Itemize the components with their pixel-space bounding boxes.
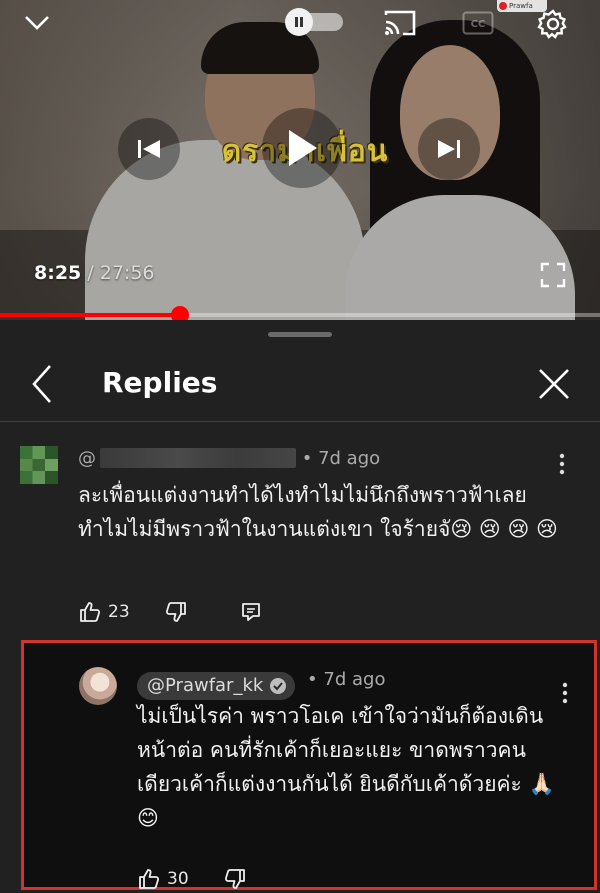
back-arrow-icon[interactable]	[28, 362, 58, 406]
reply-comment: @Prawfar_kk • 7d ago ไม่เป็นไรค่า พราวโอ…	[3, 643, 600, 889]
like-button[interactable]: 23	[78, 600, 164, 624]
redacted-username	[100, 448, 296, 468]
like-count: 23	[108, 602, 130, 622]
skip-previous-icon	[138, 140, 160, 158]
creator-handle-chip[interactable]: @Prawfar_kk	[137, 671, 296, 700]
next-video-button[interactable]	[418, 118, 480, 180]
comment-age: • 7d ago	[301, 448, 381, 469]
close-icon[interactable]	[536, 366, 572, 402]
channel-logo-icon	[499, 2, 507, 10]
like-count: 30	[167, 869, 189, 889]
like-button[interactable]: 30	[137, 867, 223, 891]
cast-icon[interactable]	[382, 8, 418, 38]
comment-meta: @Prawfar_kk • 7d ago	[137, 669, 385, 700]
total-duration: 27:56	[99, 262, 155, 284]
replies-header: Replies	[0, 350, 600, 422]
parent-comment: @ • 7d ago ละเพื่อนแต่งงานทำได้ไงทำไมไม่…	[0, 422, 600, 632]
dislike-button[interactable]	[164, 600, 188, 624]
comment-age: • 7d ago	[307, 669, 386, 690]
previous-video-button[interactable]	[118, 118, 180, 180]
comment-body: ละเพื่อนแต่งงานทำได้ไงทำไมไม่นึกถึงพราวฟ…	[78, 483, 558, 541]
settings-gear-icon[interactable]	[535, 6, 571, 42]
play-button[interactable]	[262, 108, 342, 188]
thumbs-up-icon	[80, 602, 101, 622]
autoplay-toggle[interactable]	[285, 8, 345, 36]
video-player[interactable]: ดราม่าเพื่อน CC Prawfa 8:25 /	[0, 0, 600, 320]
closed-captions-icon[interactable]: CC	[462, 10, 494, 36]
thumbs-down-icon	[224, 869, 245, 889]
minimize-chevron-down-icon[interactable]	[22, 8, 52, 38]
comment-body: ไม่เป็นไรค่า พราวโอเค เข้าใจว่ามันก็ต้อง…	[137, 704, 555, 830]
pause-icon	[285, 8, 313, 36]
thumbs-down-icon	[165, 602, 186, 622]
highlighted-reply-frame: @Prawfar_kk • 7d ago ไม่เป็นไรค่า พราวโอ…	[21, 640, 597, 890]
panel-title: Replies	[102, 366, 218, 399]
play-icon	[289, 130, 317, 166]
avatar[interactable]	[20, 446, 58, 484]
comment-actions: 30	[137, 865, 247, 893]
progress-fill	[0, 313, 180, 317]
skip-next-icon	[438, 140, 460, 158]
avatar[interactable]	[79, 667, 117, 705]
current-time: 8:25	[34, 262, 82, 284]
reply-button[interactable]	[240, 601, 262, 623]
time-separator: /	[81, 262, 100, 284]
panel-drag-handle[interactable]	[268, 332, 332, 337]
more-options-icon[interactable]	[552, 452, 572, 476]
dislike-button[interactable]	[223, 867, 247, 891]
comment-author-handle[interactable]: @	[78, 448, 96, 469]
comment-actions: 23	[78, 598, 262, 626]
thumbs-up-icon	[139, 869, 160, 889]
reply-comment-icon	[241, 603, 260, 621]
scrubber-handle[interactable]	[171, 306, 189, 320]
fullscreen-icon[interactable]	[540, 262, 566, 288]
verified-check-icon	[270, 677, 287, 694]
comment-author-handle: @Prawfar_kk	[147, 675, 264, 696]
svg-text:CC: CC	[471, 19, 486, 30]
comment-meta: @ • 7d ago	[78, 448, 380, 469]
playback-time: 8:25 / 27:56	[34, 262, 155, 284]
